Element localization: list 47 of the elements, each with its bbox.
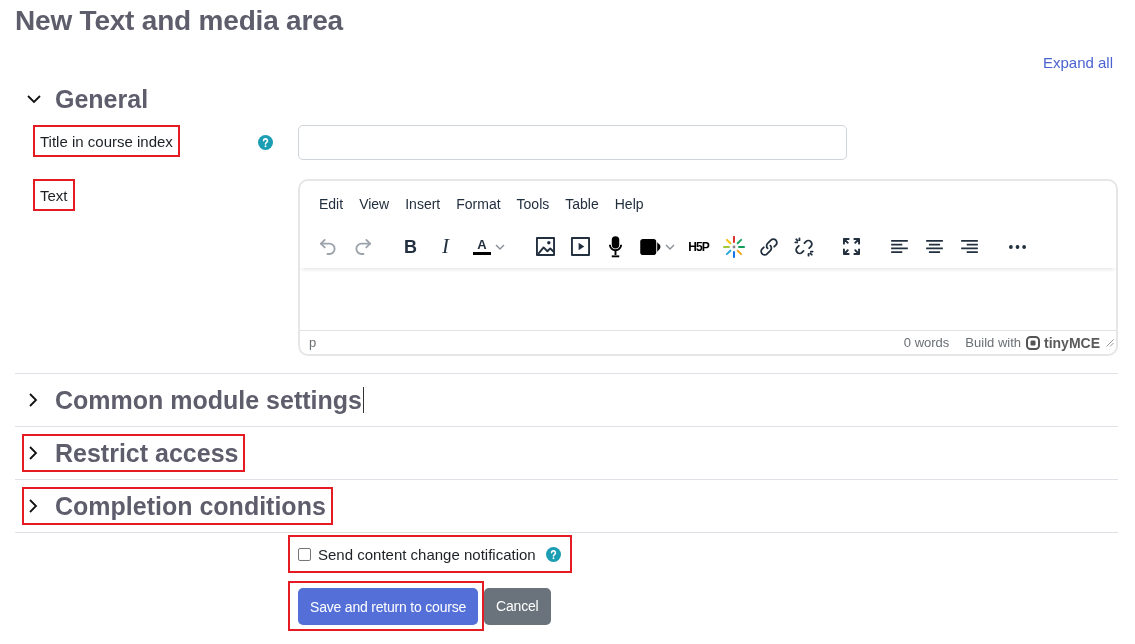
toolbar-button[interactable]: B [393, 229, 428, 264]
element-path[interactable]: p [309, 335, 317, 350]
align-left-icon [891, 240, 908, 253]
section-toggle[interactable]: Completion conditions [27, 489, 326, 523]
microphone-icon [608, 235, 623, 258]
checkbox-label[interactable]: Send content change notification [318, 545, 536, 563]
word-count[interactable]: 0 words [903, 335, 950, 350]
page-title: New Text and media area [15, 4, 345, 38]
branding-text: Build with [965, 335, 1021, 350]
image-icon [536, 237, 555, 256]
checkbox[interactable] [298, 547, 311, 561]
menu-item[interactable]: Edit [311, 188, 352, 220]
align-right-icon [961, 240, 978, 253]
cancel-button[interactable]: Cancel [484, 587, 551, 625]
menu-item[interactable]: Help [606, 188, 652, 220]
toolbar-button[interactable]: H5P [681, 229, 716, 264]
expand-all-link[interactable]: Expand all [1042, 53, 1113, 73]
logo-icon [1026, 335, 1040, 350]
menu-item[interactable]: Insert [397, 188, 449, 220]
field-label: Text [40, 186, 68, 204]
menu-item[interactable]: Format [448, 188, 509, 220]
broken-link-icon [793, 236, 814, 257]
undo-icon [318, 238, 337, 255]
section-toggle[interactable]: Common module settings [27, 383, 362, 417]
menu-item[interactable]: Table [557, 188, 607, 220]
more-dots-icon [1009, 244, 1026, 249]
play-square-icon [571, 237, 590, 256]
input-field[interactable] [298, 125, 847, 160]
menu-item[interactable]: View [351, 188, 398, 220]
sparkle-icon [722, 235, 745, 258]
caret-icon [664, 243, 675, 250]
toolbar-button[interactable]: A [463, 229, 515, 264]
expand-corners-icon [843, 238, 860, 255]
toolbar-button[interactable]: I [428, 229, 463, 264]
branding-link[interactable]: tinyMCE [1026, 334, 1100, 351]
link-icon [758, 236, 779, 257]
section-toggle[interactable]: General [27, 82, 149, 116]
menu-item[interactable]: Tools [508, 188, 558, 220]
caret-icon [494, 243, 505, 250]
resize-handle-icon[interactable] [1106, 338, 1114, 347]
help-icon[interactable] [258, 135, 273, 150]
save-button[interactable]: Save and return to course [298, 588, 479, 625]
redo-icon [353, 238, 372, 255]
section-toggle[interactable]: Restrict access [27, 436, 239, 470]
field-label: Title in course index [40, 132, 173, 150]
align-center-icon [926, 240, 943, 253]
help-icon[interactable] [545, 546, 561, 562]
